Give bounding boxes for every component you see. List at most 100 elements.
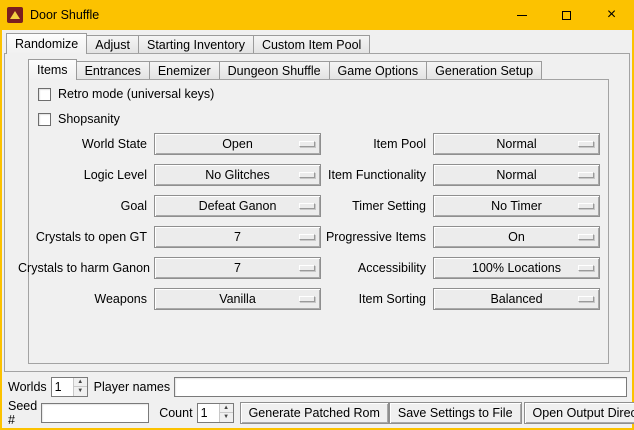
- count-input[interactable]: [198, 404, 219, 422]
- retro-mode-label: Retro mode (universal keys): [58, 87, 214, 101]
- dropdown-value: Vanilla: [219, 292, 256, 306]
- minimize-button[interactable]: [499, 0, 544, 30]
- maximize-button[interactable]: [544, 0, 589, 30]
- worlds-label: Worlds: [8, 380, 47, 394]
- door-shuffle-window: Door Shuffle × Randomize Adjust Starting…: [0, 0, 634, 430]
- dropdown-indicator-icon: [299, 234, 315, 240]
- item-functionality-label: Item Functionality: [321, 168, 433, 182]
- settings-grid: World State Open Item Pool Normal Logic …: [18, 133, 600, 310]
- dropdown-value: Normal: [496, 137, 536, 151]
- dropdown-indicator-icon: [299, 203, 315, 209]
- progressive-items-label: Progressive Items: [321, 230, 433, 244]
- crystals-gt-dropdown[interactable]: 7: [154, 226, 321, 248]
- spin-up-icon: ▲: [223, 405, 229, 411]
- item-pool-dropdown[interactable]: Normal: [433, 133, 600, 155]
- dropdown-value: Normal: [496, 168, 536, 182]
- world-state-dropdown[interactable]: Open: [154, 133, 321, 155]
- tab-entrances[interactable]: Entrances: [76, 61, 150, 79]
- dropdown-value: Open: [222, 137, 253, 151]
- accessibility-label: Accessibility: [321, 261, 433, 275]
- weapons-label: Weapons: [18, 292, 154, 306]
- worlds-spin-up-button[interactable]: ▲: [74, 378, 87, 387]
- count-spin-up-button[interactable]: ▲: [220, 404, 233, 413]
- tab-game-options[interactable]: Game Options: [329, 61, 428, 79]
- logic-level-label: Logic Level: [18, 168, 154, 182]
- dropdown-indicator-icon: [578, 141, 594, 147]
- item-sorting-label: Item Sorting: [321, 292, 433, 306]
- dropdown-value: Defeat Ganon: [199, 199, 277, 213]
- progressive-items-dropdown[interactable]: On: [433, 226, 600, 248]
- item-sorting-dropdown[interactable]: Balanced: [433, 288, 600, 310]
- maximize-icon: [562, 11, 571, 20]
- dropdown-value: On: [508, 230, 525, 244]
- timer-setting-dropdown[interactable]: No Timer: [433, 195, 600, 217]
- dropdown-value: No Glitches: [205, 168, 270, 182]
- logic-level-dropdown[interactable]: No Glitches: [154, 164, 321, 186]
- player-names-input[interactable]: [174, 377, 627, 397]
- dropdown-value: 7: [234, 261, 241, 275]
- dropdown-value: Balanced: [490, 292, 542, 306]
- dropdown-indicator-icon: [578, 234, 594, 240]
- titlebar: Door Shuffle ×: [0, 0, 634, 30]
- worlds-spinner: ▲ ▼: [51, 377, 88, 397]
- tab-adjust[interactable]: Adjust: [86, 35, 139, 53]
- dropdown-value: No Timer: [491, 199, 542, 213]
- crystals-ganon-dropdown[interactable]: 7: [154, 257, 321, 279]
- spin-down-icon: ▼: [223, 414, 229, 420]
- accessibility-dropdown[interactable]: 100% Locations: [433, 257, 600, 279]
- dropdown-value: 100% Locations: [472, 261, 561, 275]
- dropdown-indicator-icon: [299, 265, 315, 271]
- worlds-spin-buttons: ▲ ▼: [73, 378, 87, 396]
- dropdown-indicator-icon: [578, 265, 594, 271]
- count-spin-down-button[interactable]: ▼: [220, 412, 233, 422]
- count-label: Count: [159, 406, 192, 420]
- app-icon: [7, 7, 23, 23]
- item-functionality-dropdown[interactable]: Normal: [433, 164, 600, 186]
- tab-randomize[interactable]: Randomize: [6, 33, 87, 54]
- player-names-label: Player names: [94, 380, 170, 394]
- crystals-ganon-label: Crystals to harm Ganon: [18, 261, 154, 275]
- goal-label: Goal: [18, 199, 154, 213]
- tab-enemizer[interactable]: Enemizer: [149, 61, 220, 79]
- retro-mode-row: Retro mode (universal keys): [38, 86, 214, 102]
- dropdown-indicator-icon: [299, 141, 315, 147]
- crystals-gt-label: Crystals to open GT: [18, 230, 154, 244]
- weapons-dropdown[interactable]: Vanilla: [154, 288, 321, 310]
- save-settings-button[interactable]: Save Settings to File: [389, 402, 522, 424]
- close-button[interactable]: ×: [589, 0, 634, 30]
- outer-tabbar: Randomize Adjust Starting Inventory Cust…: [6, 33, 370, 53]
- tab-items[interactable]: Items: [28, 59, 77, 80]
- minimize-icon: [517, 15, 527, 16]
- seed-row: Seed # Count ▲ ▼ Generate Patched Rom Sa…: [8, 401, 627, 424]
- world-state-label: World State: [18, 137, 154, 151]
- worlds-row: Worlds ▲ ▼ Player names: [8, 376, 627, 397]
- tab-dungeon-shuffle[interactable]: Dungeon Shuffle: [219, 61, 330, 79]
- window-title: Door Shuffle: [30, 8, 99, 22]
- dropdown-value: 7: [234, 230, 241, 244]
- tab-custom-item-pool[interactable]: Custom Item Pool: [253, 35, 370, 53]
- shopsanity-label: Shopsanity: [58, 112, 120, 126]
- seed-label: Seed #: [8, 399, 37, 427]
- worlds-spin-down-button[interactable]: ▼: [74, 386, 87, 396]
- tab-starting-inventory[interactable]: Starting Inventory: [138, 35, 254, 53]
- goal-dropdown[interactable]: Defeat Ganon: [154, 195, 321, 217]
- item-pool-label: Item Pool: [321, 137, 433, 151]
- worlds-input[interactable]: [52, 378, 73, 396]
- dropdown-indicator-icon: [299, 296, 315, 302]
- generate-patched-rom-button[interactable]: Generate Patched Rom: [240, 402, 389, 424]
- shopsanity-row: Shopsanity: [38, 111, 120, 127]
- count-spin-buttons: ▲ ▼: [219, 404, 233, 422]
- dropdown-indicator-icon: [578, 172, 594, 178]
- tab-generation-setup[interactable]: Generation Setup: [426, 61, 542, 79]
- dropdown-indicator-icon: [578, 296, 594, 302]
- shopsanity-checkbox[interactable]: [38, 113, 51, 126]
- spin-down-icon: ▼: [77, 388, 83, 394]
- retro-mode-checkbox[interactable]: [38, 88, 51, 101]
- count-spinner: ▲ ▼: [197, 403, 234, 423]
- seed-input[interactable]: [41, 403, 149, 423]
- timer-setting-label: Timer Setting: [321, 199, 433, 213]
- inner-tabbar: Items Entrances Enemizer Dungeon Shuffle…: [28, 59, 542, 79]
- dropdown-indicator-icon: [299, 172, 315, 178]
- open-output-directory-button[interactable]: Open Output Directory: [524, 402, 634, 424]
- close-icon: ×: [607, 7, 616, 23]
